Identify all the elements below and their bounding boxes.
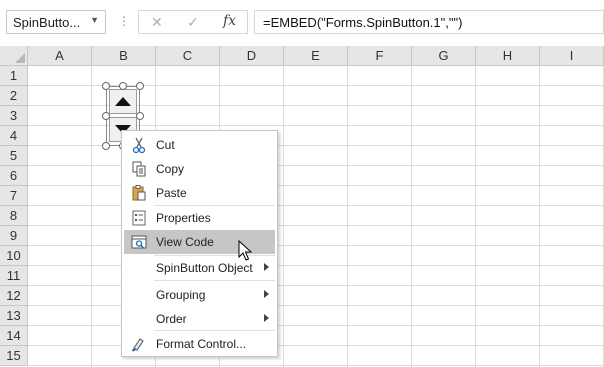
column-header-a[interactable]: A xyxy=(28,46,92,66)
resize-handle-icon[interactable]: ⋮ xyxy=(118,14,130,28)
chevron-right-icon xyxy=(264,263,269,271)
menu-separator xyxy=(154,330,275,331)
formula-input[interactable]: =EMBED("Forms.SpinButton.1","") xyxy=(254,10,604,34)
resize-handle-left[interactable] xyxy=(102,112,110,120)
row-header-2[interactable]: 2 xyxy=(0,86,28,106)
column-header-e[interactable]: E xyxy=(284,46,348,66)
select-all-icon xyxy=(15,53,25,63)
row-header-14[interactable]: 14 xyxy=(0,326,28,346)
menu-item-view-code[interactable]: View Code xyxy=(124,230,275,254)
checkmark-icon[interactable]: ✓ xyxy=(187,14,199,31)
chevron-down-icon[interactable]: ▼ xyxy=(90,15,99,25)
row-header-10[interactable]: 10 xyxy=(0,246,28,266)
row-header-7[interactable]: 7 xyxy=(0,186,28,206)
mouse-pointer-icon xyxy=(238,240,252,261)
name-box-value: SpinButto... xyxy=(13,15,81,30)
formula-text: =EMBED("Forms.SpinButton.1","") xyxy=(263,15,463,30)
insert-function-button[interactable]: fx xyxy=(223,13,236,29)
column-header-g[interactable]: G xyxy=(412,46,476,66)
copy-icon xyxy=(132,161,146,177)
menu-item-label: Properties xyxy=(156,211,211,225)
row-header-5[interactable]: 5 xyxy=(0,146,28,166)
menu-item-label: SpinButton Object xyxy=(156,261,253,275)
row-header-15[interactable]: 15 xyxy=(0,346,28,366)
resize-handle-bottom-left[interactable] xyxy=(102,142,110,150)
menu-item-label: Copy xyxy=(156,162,185,176)
view-code-icon xyxy=(131,235,147,249)
column-header-h[interactable]: H xyxy=(476,46,540,66)
menu-separator xyxy=(154,280,275,281)
menu-item-label: View Code xyxy=(156,235,214,249)
row-header-1[interactable]: 1 xyxy=(0,66,28,86)
menu-item-spinbutton-object[interactable]: SpinButton Object xyxy=(124,256,275,280)
resize-handle-right[interactable] xyxy=(136,112,144,120)
resize-handle-top-left[interactable] xyxy=(102,82,110,90)
select-all-button[interactable] xyxy=(0,46,28,66)
properties-icon xyxy=(132,210,146,226)
menu-item-label: Order xyxy=(156,312,187,326)
context-menu: Cut Copy Paste Properties View Code Spin… xyxy=(121,130,278,357)
menu-item-cut[interactable]: Cut xyxy=(124,133,275,157)
worksheet-grid: A B C D E F G H I 1 2 3 4 5 6 7 8 9 10 1… xyxy=(0,46,604,367)
row-header-3[interactable]: 3 xyxy=(0,106,28,126)
formula-bar: SpinButto... ▼ ⋮ ✕ ✓ fx =EMBED("Forms.Sp… xyxy=(0,0,604,46)
clipboard-icon xyxy=(132,185,146,201)
column-header-b[interactable]: B xyxy=(92,46,156,66)
menu-item-format-control[interactable]: Format Control... xyxy=(124,332,275,356)
name-box[interactable]: SpinButto... ▼ xyxy=(6,10,106,34)
spin-up-button[interactable] xyxy=(109,89,137,114)
menu-item-label: Format Control... xyxy=(156,337,247,351)
menu-item-label: Grouping xyxy=(156,288,206,302)
chevron-right-icon xyxy=(264,314,269,322)
column-header-i[interactable]: I xyxy=(540,46,604,66)
arrow-up-icon xyxy=(115,97,131,106)
close-icon[interactable]: ✕ xyxy=(151,14,163,31)
row-header-8[interactable]: 8 xyxy=(0,206,28,226)
row-header-11[interactable]: 11 xyxy=(0,266,28,286)
menu-item-label: Paste xyxy=(156,186,187,200)
menu-item-copy[interactable]: Copy xyxy=(124,157,275,181)
menu-item-label: Cut xyxy=(156,138,175,152)
column-header-d[interactable]: D xyxy=(220,46,284,66)
column-header-f[interactable]: F xyxy=(348,46,412,66)
row-header-9[interactable]: 9 xyxy=(0,226,28,246)
row-header-4[interactable]: 4 xyxy=(0,126,28,146)
scissors-icon xyxy=(132,137,146,154)
column-header-c[interactable]: C xyxy=(156,46,220,66)
menu-item-properties[interactable]: Properties xyxy=(124,206,275,230)
chevron-right-icon xyxy=(264,290,269,298)
row-header-6[interactable]: 6 xyxy=(0,166,28,186)
resize-handle-top[interactable] xyxy=(119,82,127,90)
menu-item-grouping[interactable]: Grouping xyxy=(124,283,275,307)
menu-item-order[interactable]: Order xyxy=(124,307,275,331)
row-header-12[interactable]: 12 xyxy=(0,286,28,306)
format-control-icon xyxy=(132,338,144,352)
resize-handle-top-right[interactable] xyxy=(136,82,144,90)
row-header-13[interactable]: 13 xyxy=(0,306,28,326)
menu-item-paste[interactable]: Paste xyxy=(124,181,275,205)
formula-buttons: ✕ ✓ fx xyxy=(138,10,248,34)
